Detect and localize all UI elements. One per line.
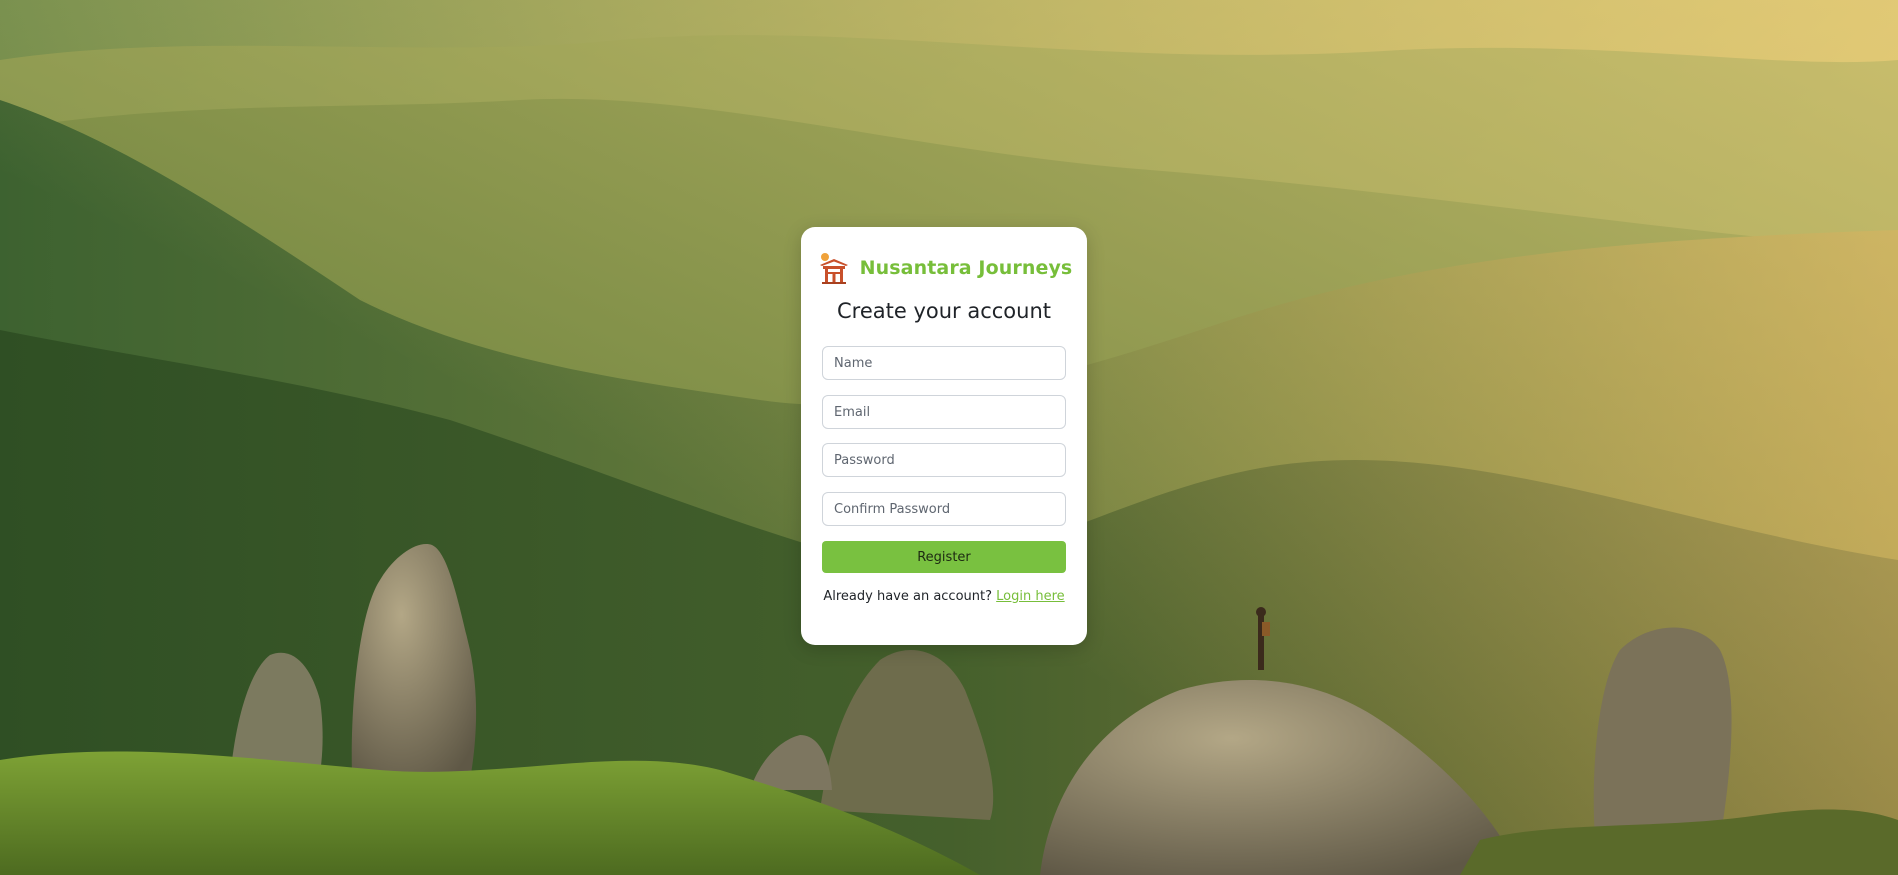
name-input[interactable] xyxy=(822,346,1066,380)
register-card: Nusantara Journeys Create your account R… xyxy=(801,227,1087,645)
login-prompt: Already have an account? Login here xyxy=(801,589,1087,604)
email-input[interactable] xyxy=(822,395,1066,429)
login-link[interactable]: Login here xyxy=(996,589,1065,604)
brand-header: Nusantara Journeys xyxy=(801,251,1087,285)
confirm-password-input[interactable] xyxy=(822,492,1066,526)
password-input[interactable] xyxy=(822,443,1066,477)
brand-name: Nusantara Journeys xyxy=(859,257,1073,279)
login-prompt-text: Already have an account? xyxy=(823,589,993,604)
page-title: Create your account xyxy=(836,299,1051,323)
temple-gate-icon xyxy=(816,250,852,286)
register-button[interactable]: Register xyxy=(822,541,1066,573)
